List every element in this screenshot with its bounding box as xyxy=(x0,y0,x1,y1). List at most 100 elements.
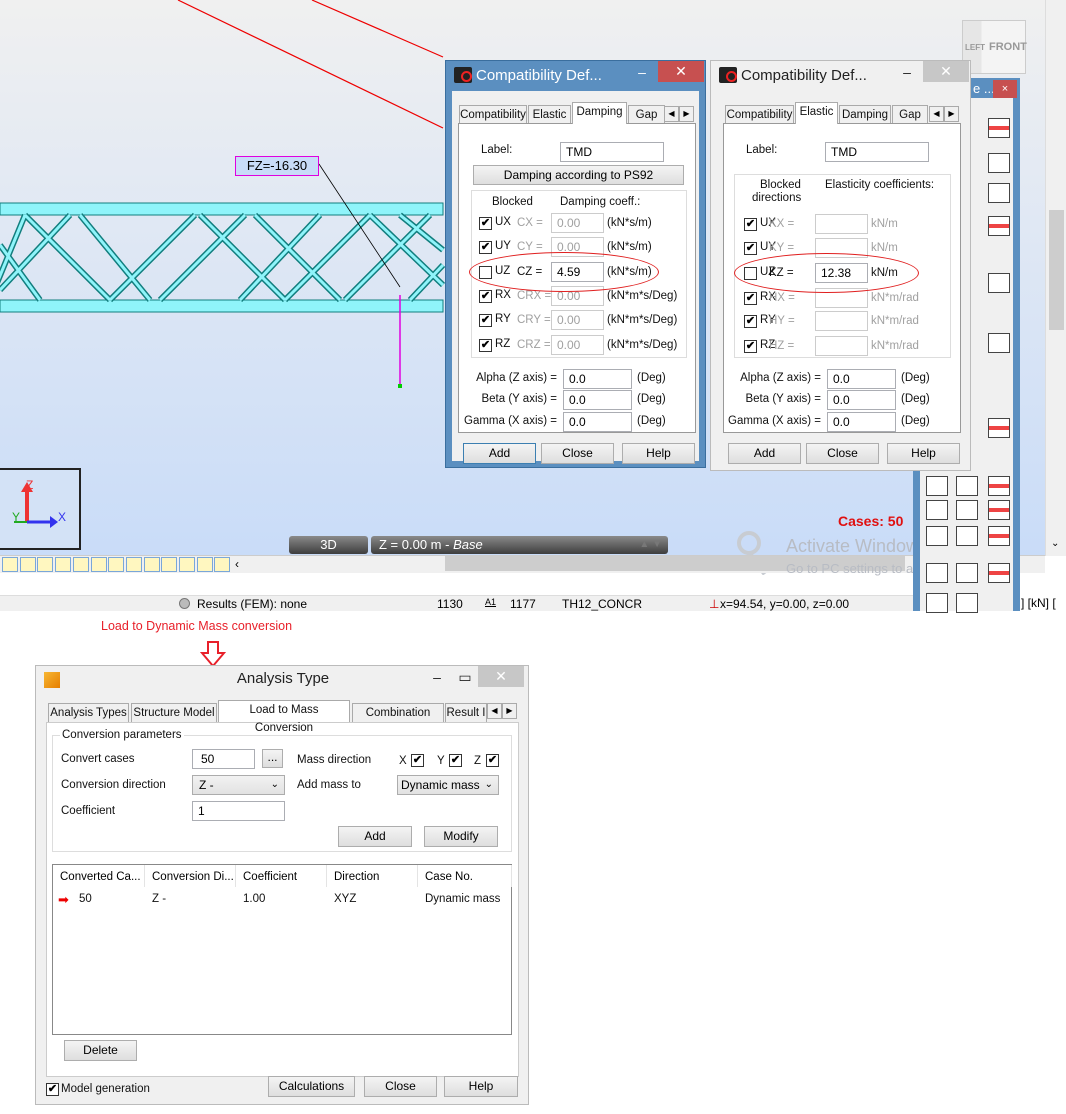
view-cube-left[interactable]: LEFT xyxy=(965,43,985,52)
toolbar-tool-icon[interactable] xyxy=(37,557,54,572)
toolbar-tool-icon[interactable] xyxy=(72,557,89,572)
toolbar-tool-icon[interactable] xyxy=(179,557,195,572)
angle-input[interactable]: 0.0 xyxy=(827,369,896,389)
minimize-button[interactable]: ‒ xyxy=(628,63,656,81)
angle-input[interactable]: 0.0 xyxy=(827,412,896,432)
close-button[interactable]: Close xyxy=(541,443,614,464)
blocked-ux-checkbox[interactable]: ✔ xyxy=(744,218,757,231)
mass-dir-z-checkbox[interactable]: ✔ xyxy=(486,754,499,767)
close-button[interactable]: Close xyxy=(364,1076,437,1097)
toolbar-tool-icon[interactable] xyxy=(196,557,213,572)
close-window-button[interactable]: ✕ xyxy=(478,666,524,687)
coefficient-input[interactable]: 1 xyxy=(192,801,285,821)
tool-icon[interactable] xyxy=(926,526,948,546)
close-button[interactable]: Close xyxy=(806,443,879,464)
tab-scroll-left-button[interactable]: ◀ xyxy=(487,703,502,719)
coef-input-rz[interactable]: 0.00 xyxy=(551,335,604,355)
tab-gap[interactable]: Gap xyxy=(892,105,928,124)
angle-input[interactable]: 0.0 xyxy=(563,412,632,432)
maximize-button[interactable]: ▭ xyxy=(451,668,479,686)
tool-icon[interactable] xyxy=(988,476,1010,496)
tab-elastic[interactable]: Elastic xyxy=(795,102,838,124)
tab-analysis-types[interactable]: Analysis Types xyxy=(48,703,129,722)
browse-cases-button[interactable]: ... xyxy=(262,749,283,768)
tool-icon[interactable] xyxy=(988,526,1010,546)
view-mode-button[interactable]: 3D xyxy=(289,536,368,554)
tab-combination-sign[interactable]: Combination Sign xyxy=(352,703,444,737)
tool-icon[interactable] xyxy=(988,216,1010,236)
close-window-button[interactable]: ✕ xyxy=(923,61,969,82)
toolbar-tool-icon[interactable] xyxy=(55,557,72,572)
blocked-rx-checkbox[interactable]: ✔ xyxy=(744,292,757,305)
toolbar-tool-icon[interactable] xyxy=(2,557,18,572)
angle-input[interactable]: 0.0 xyxy=(563,369,632,389)
add-button[interactable]: Add xyxy=(463,443,536,464)
toolbar-tool-icon[interactable] xyxy=(143,557,160,572)
blocked-ux-checkbox[interactable]: ✔ xyxy=(479,217,492,230)
toolbar-tool-icon[interactable] xyxy=(161,557,178,572)
tool-icon[interactable] xyxy=(988,333,1010,353)
coef-input-rz[interactable] xyxy=(815,336,868,356)
help-button[interactable]: Help xyxy=(622,443,695,464)
tool-icon[interactable] xyxy=(988,563,1010,583)
tool-icon[interactable] xyxy=(926,476,948,496)
toolbar-scroll-left-icon[interactable]: ‹ xyxy=(235,557,239,571)
help-button[interactable]: Help xyxy=(887,443,960,464)
toolbar-tool-icon[interactable] xyxy=(90,557,107,572)
column-header[interactable]: Converted Ca... xyxy=(53,865,145,887)
coef-input-ry[interactable]: 0.00 xyxy=(551,310,604,330)
minimize-button[interactable]: ‒ xyxy=(423,668,451,686)
tool-icon[interactable] xyxy=(956,526,978,546)
tab-scroll-right-button[interactable]: ▶ xyxy=(502,703,517,719)
tool-icon[interactable] xyxy=(956,563,978,583)
tab-scroll-right-button[interactable]: ▶ xyxy=(944,106,959,122)
tab-structure-model[interactable]: Structure Model xyxy=(131,703,217,722)
level-arrows-icon[interactable]: ▲ ▼ xyxy=(639,536,662,554)
minimize-button[interactable]: ‒ xyxy=(893,63,921,81)
tool-icon[interactable] xyxy=(956,476,978,496)
tab-load-to-mass-conversion[interactable]: Load to Mass Conversion xyxy=(218,700,350,734)
angle-input[interactable]: 0.0 xyxy=(827,390,896,410)
angle-input[interactable]: 0.0 xyxy=(563,390,632,410)
tool-icon[interactable] xyxy=(926,500,948,520)
close-window-button[interactable]: ✕ xyxy=(658,61,704,82)
tab-damping[interactable]: Damping xyxy=(572,102,627,124)
blocked-rz-checkbox[interactable]: ✔ xyxy=(744,340,757,353)
tab-compatibility[interactable]: Compatibility xyxy=(459,105,527,124)
scrollbar-thumb[interactable] xyxy=(1049,210,1064,330)
tool-icon[interactable] xyxy=(926,593,948,613)
convert-cases-input[interactable]: 50 xyxy=(192,749,255,769)
add-button[interactable]: Add xyxy=(338,826,412,847)
tool-icon[interactable] xyxy=(956,593,978,613)
tool-icon[interactable] xyxy=(988,500,1010,520)
damping-ps92-button[interactable]: Damping according to PS92 xyxy=(473,165,684,185)
add-button[interactable]: Add xyxy=(728,443,801,464)
tool-icon[interactable] xyxy=(988,273,1010,293)
coef-input-ux[interactable]: 0.00 xyxy=(551,213,604,233)
toolbar-tool-icon[interactable] xyxy=(108,557,125,572)
tab-scroll-left-button[interactable]: ◀ xyxy=(664,106,679,122)
scroll-down-icon[interactable]: ⌄ xyxy=(1051,538,1059,549)
column-header[interactable]: Case No. xyxy=(418,865,512,887)
blocked-ry-checkbox[interactable]: ✔ xyxy=(744,315,757,328)
coef-input-ry[interactable] xyxy=(815,311,868,331)
tool-icon[interactable] xyxy=(988,153,1010,173)
mass-dir-x-checkbox[interactable]: ✔ xyxy=(411,754,424,767)
blocked-uy-checkbox[interactable]: ✔ xyxy=(744,242,757,255)
add-mass-to-select[interactable]: Dynamic mass ⌄ xyxy=(397,775,499,795)
help-button[interactable]: Help xyxy=(444,1076,518,1097)
tab-gap[interactable]: Gap xyxy=(628,105,665,124)
mass-dir-y-checkbox[interactable]: ✔ xyxy=(449,754,462,767)
tool-icon[interactable] xyxy=(988,183,1010,203)
toolbar-tool-icon[interactable] xyxy=(125,557,142,572)
level-selector[interactable]: Z = 0.00 m - Base ▲ ▼ xyxy=(371,536,668,554)
tab-elastic[interactable]: Elastic xyxy=(528,105,571,124)
label-input[interactable]: TMD xyxy=(825,142,929,162)
blocked-rz-checkbox[interactable]: ✔ xyxy=(479,339,492,352)
panel-close-button[interactable]: × xyxy=(993,80,1017,98)
view-cube-front[interactable]: FRONT xyxy=(989,41,1027,53)
view-cube[interactable]: LEFT FRONT xyxy=(962,20,1027,74)
tool-icon[interactable] xyxy=(956,500,978,520)
column-header[interactable]: Conversion Di... xyxy=(145,865,236,887)
blocked-ry-checkbox[interactable]: ✔ xyxy=(479,314,492,327)
